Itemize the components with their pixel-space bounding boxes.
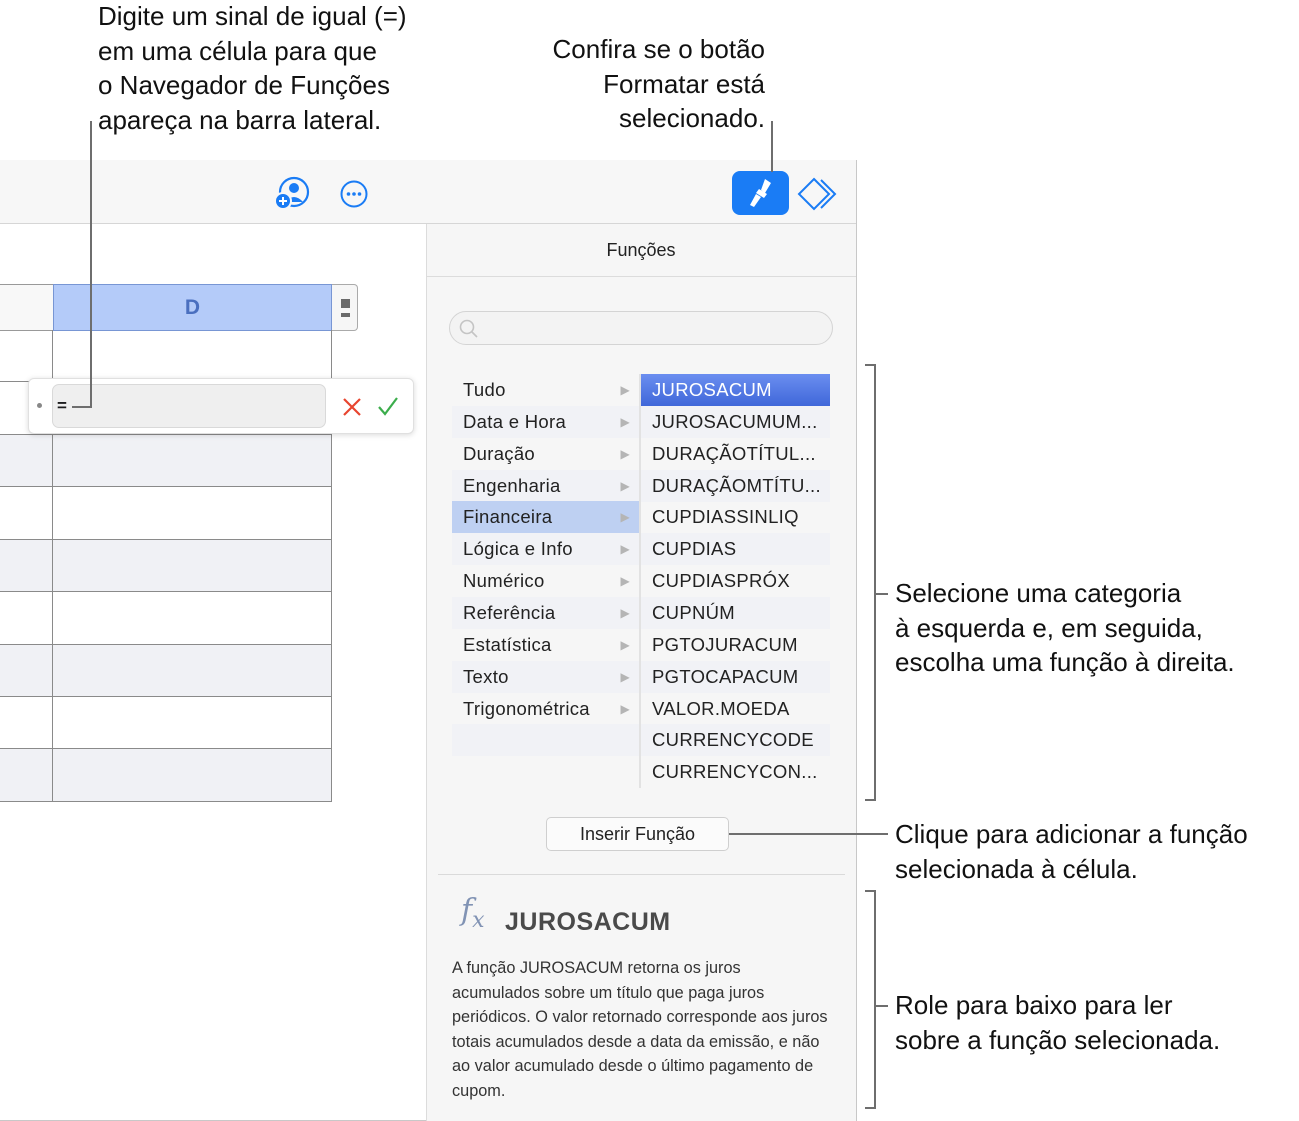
list-divider	[639, 374, 641, 788]
accept-icon[interactable]	[376, 394, 400, 418]
table-row[interactable]	[0, 749, 332, 802]
category-label: Estatística	[463, 633, 552, 655]
function-item[interactable]: DURAÇÃOTÍTUL...	[641, 438, 830, 470]
table-row[interactable]	[0, 330, 332, 382]
chevron-right-icon: ▶	[620, 669, 630, 684]
separator	[438, 874, 845, 875]
organize-icon[interactable]	[797, 177, 839, 211]
function-item[interactable]: CUPNÚM	[641, 596, 830, 629]
row-cell[interactable]	[0, 435, 53, 486]
category-label: Lógica e Info	[463, 538, 573, 560]
category-empty-row	[452, 756, 639, 788]
callout-equal-sign: Digite um sinal de igual (=) em uma célul…	[98, 1, 407, 135]
table-row[interactable]	[0, 645, 332, 697]
chevron-right-icon: ▶	[620, 605, 630, 620]
function-description: A função JUROSACUM retorna os juros acum…	[452, 959, 828, 1100]
category-item[interactable]: Texto ▶	[452, 660, 639, 693]
category-item[interactable]: Financeira ▶	[452, 501, 639, 534]
column-handle[interactable]	[332, 284, 358, 331]
collaborate-icon[interactable]	[274, 176, 312, 210]
formula-text: =	[57, 396, 67, 415]
search-icon	[459, 319, 478, 338]
category-label: Data e Hora	[463, 410, 567, 432]
category-item[interactable]: Numérico ▶	[452, 565, 639, 597]
function-item[interactable]: DURAÇÃOMTÍTU...	[641, 469, 830, 502]
category-item[interactable]: Data e Hora ▶	[452, 405, 639, 438]
row-cell[interactable]	[0, 749, 53, 801]
formula-input[interactable]: =	[52, 384, 326, 428]
chevron-right-icon: ▶	[620, 542, 630, 557]
chevron-right-icon: ▶	[620, 701, 630, 716]
chevron-right-icon: ▶	[620, 478, 630, 493]
toolbar	[0, 160, 856, 224]
callout-format-button: Confira se o botão Formatar está seleciona…	[552, 34, 765, 133]
category-item[interactable]: Trigonométrica ▶	[452, 693, 639, 725]
category-label: Texto	[463, 665, 509, 687]
category-item[interactable]: Estatística ▶	[452, 629, 639, 661]
more-icon[interactable]	[339, 179, 369, 209]
category-label: Trigonométrica	[463, 697, 590, 719]
paintbrush-icon	[750, 179, 771, 207]
category-label: Financeira	[463, 506, 553, 528]
function-item[interactable]: CUPDIASPRÓX	[641, 565, 830, 597]
row-cell[interactable]	[0, 330, 53, 381]
row-cell[interactable]	[0, 697, 53, 748]
function-title: JUROSACUM	[505, 908, 671, 936]
row-cell[interactable]	[0, 645, 53, 696]
row-cell[interactable]	[0, 592, 53, 644]
function-item[interactable]: CUPDIASSINLIQ	[641, 501, 830, 533]
chevron-right-icon: ▶	[620, 574, 630, 589]
category-item[interactable]: Engenharia ▶	[452, 469, 639, 502]
chevron-right-icon: ▶	[620, 414, 630, 429]
chevron-right-icon: ▶	[620, 510, 630, 525]
cancel-icon[interactable]	[341, 396, 363, 418]
row-cell[interactable]	[0, 487, 53, 539]
category-empty-row	[452, 724, 639, 757]
callout-select-category: Selecione uma categoria à esquerda e, em …	[895, 578, 1235, 677]
category-label: Numérico	[463, 570, 545, 592]
function-item[interactable]: CURRENCYCODE	[641, 724, 830, 757]
category-item[interactable]: Lógica e Info ▶	[452, 533, 639, 566]
fx-icon: fx	[461, 893, 485, 933]
category-item[interactable]: Tudo ▶	[452, 374, 639, 406]
function-item[interactable]: CURRENCYCON...	[641, 756, 830, 788]
chevron-right-icon: ▶	[620, 637, 630, 652]
function-item[interactable]: CUPDIAS	[641, 533, 830, 566]
sidebar-title: Funções	[426, 224, 856, 277]
chevron-right-icon: ▶	[620, 383, 630, 397]
category-label: Tudo	[463, 379, 506, 400]
table-row[interactable]	[0, 592, 332, 645]
callout-scroll: Role para baixo para ler sobre a função s…	[895, 990, 1221, 1055]
category-label: Referência	[463, 601, 556, 623]
row-cell[interactable]	[0, 540, 53, 591]
function-item[interactable]: PGTOCAPACUM	[641, 660, 830, 693]
callout-insert: Clique para adicionar a função selecionad…	[895, 819, 1248, 884]
table-row[interactable]	[0, 487, 332, 540]
category-label: Duração	[463, 442, 536, 464]
insert-function-button[interactable]: Inserir Função	[546, 817, 729, 851]
category-item[interactable]: Duração ▶	[452, 438, 639, 470]
function-item[interactable]: VALOR.MOEDA	[641, 693, 830, 725]
chevron-right-icon: ▶	[620, 446, 630, 461]
table-row[interactable]	[0, 697, 332, 749]
search-input[interactable]	[449, 311, 833, 345]
column-header-row: D	[0, 284, 358, 331]
category-item[interactable]: Referência ▶	[452, 596, 639, 629]
category-label: Engenharia	[463, 474, 561, 496]
table-row[interactable]	[0, 435, 332, 487]
drag-handle[interactable]	[37, 403, 42, 408]
function-item[interactable]: JUROSACUMUM...	[641, 405, 830, 438]
format-button[interactable]	[732, 171, 789, 215]
function-item[interactable]: PGTOJURACUM	[641, 629, 830, 661]
table-row[interactable]	[0, 540, 332, 592]
function-item[interactable]: JUROSACUM	[641, 374, 830, 406]
column-d-header[interactable]: D	[53, 284, 332, 331]
